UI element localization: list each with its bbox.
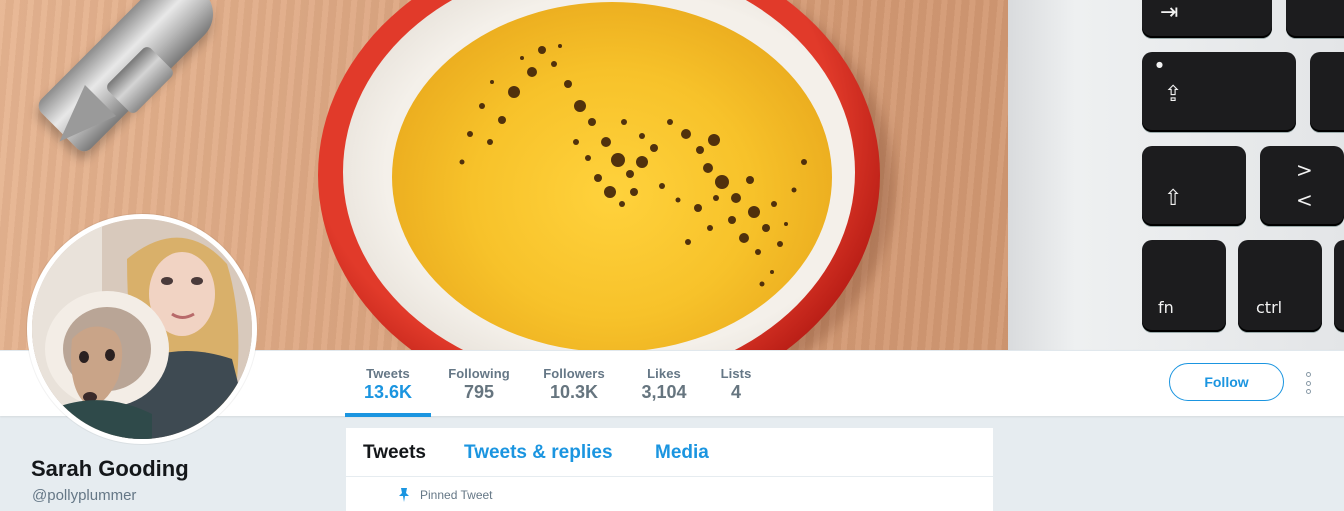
timeline-tabs: Tweets Tweets & replies Media xyxy=(346,428,993,477)
stat-value: 795 xyxy=(463,382,495,402)
laptop-keyboard: ⇥ ● ⇪ ⇧ > < fn ctrl xyxy=(1008,0,1344,350)
stat-label: Tweets xyxy=(366,366,410,381)
pinned-tweet-context: Pinned Tweet xyxy=(398,488,493,502)
stat-label: Following xyxy=(448,366,510,381)
tab-tweets-and-replies[interactable]: Tweets & replies xyxy=(464,442,613,464)
more-vertical-icon[interactable] xyxy=(1299,372,1317,394)
keyboard-key xyxy=(1310,52,1344,132)
pinned-tweet-label: Pinned Tweet xyxy=(420,488,493,502)
stat-tweets[interactable]: Tweets 13.6K xyxy=(345,351,431,417)
timeline-panel: Tweets Tweets & replies Media Pinned Twe… xyxy=(346,428,993,511)
coffee-surface xyxy=(392,2,832,350)
stat-value: 3,104 xyxy=(641,382,687,402)
profile-handle[interactable]: @pollyplummer xyxy=(32,487,136,504)
tab-tweets[interactable]: Tweets xyxy=(363,442,426,464)
key-label: ⇧ xyxy=(1164,186,1183,211)
stat-value: 4 xyxy=(730,382,741,402)
tab-media[interactable]: Media xyxy=(655,442,709,464)
avatar-illustration xyxy=(32,219,252,439)
keyboard-key: ctrl xyxy=(1238,240,1322,332)
more-dot xyxy=(1305,389,1311,394)
more-dot xyxy=(1305,380,1311,386)
stat-value: 10.3K xyxy=(549,382,599,402)
profile-name[interactable]: Sarah Gooding xyxy=(31,456,189,482)
keyboard-key: > < xyxy=(1260,146,1344,226)
profile-page: ⇥ ● ⇪ ⇧ > < fn ctrl Tweets 13.6K Followi… xyxy=(0,0,1344,511)
key-label: ⇥ xyxy=(1160,0,1179,25)
keyboard-key: ⇥ xyxy=(1142,0,1272,38)
keyboard-key xyxy=(1286,0,1344,38)
keyboard-key: ● ⇪ xyxy=(1142,52,1296,132)
profile-avatar[interactable] xyxy=(27,214,257,444)
caps-lock-light: ● xyxy=(1156,60,1163,69)
keyboard-key xyxy=(1334,240,1344,332)
stat-likes[interactable]: Likes 3,104 xyxy=(632,351,696,417)
stat-followers[interactable]: Followers 10.3K xyxy=(538,351,610,417)
more-dot xyxy=(1305,372,1311,377)
keyboard-key: ⇧ xyxy=(1142,146,1246,226)
key-label: fn xyxy=(1158,298,1174,317)
pin-icon xyxy=(398,488,410,502)
key-label: < xyxy=(1296,188,1313,212)
stat-value: 13.6K xyxy=(363,382,413,402)
stat-label: Likes xyxy=(647,366,681,381)
key-label: ctrl xyxy=(1256,298,1283,317)
coffee-bubbles xyxy=(459,44,807,287)
avatar-photo xyxy=(32,219,252,439)
stat-lists[interactable]: Lists 4 xyxy=(714,351,758,417)
key-label: ⇪ xyxy=(1164,82,1183,107)
key-label: > xyxy=(1296,158,1313,182)
stat-label: Followers xyxy=(543,366,605,381)
keyboard-key: fn xyxy=(1142,240,1226,332)
follow-button[interactable]: Follow xyxy=(1169,363,1284,401)
stat-label: Lists xyxy=(720,366,752,381)
stat-following[interactable]: Following 795 xyxy=(440,351,518,417)
